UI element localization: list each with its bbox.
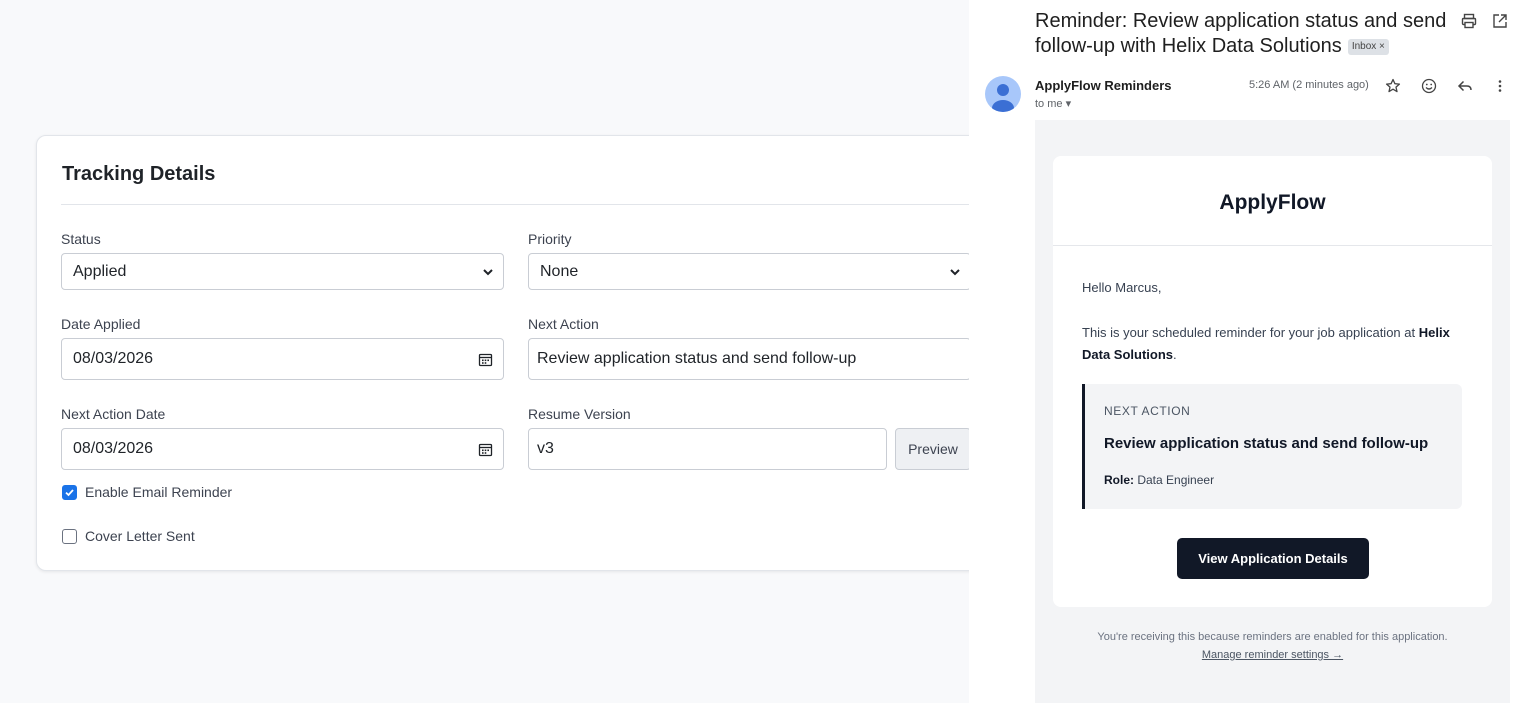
footer-note: You're receiving this because reminders … (1097, 631, 1448, 643)
person-icon (992, 84, 1014, 112)
inbox-label-chip[interactable]: Inbox × (1347, 38, 1389, 55)
recipient-details[interactable]: to me ▾ (1035, 97, 1071, 110)
divider (1053, 245, 1492, 246)
resume-version-value: v3 (537, 440, 554, 457)
date-applied-value: 08/03/2026 (73, 350, 154, 367)
date-applied-label: Date Applied (61, 316, 141, 332)
emoji-icon[interactable] (1420, 77, 1438, 95)
greeting: Hello Marcus, (1082, 280, 1162, 295)
manage-reminder-settings-link[interactable]: Manage reminder settings → (1202, 649, 1343, 661)
role-label: Role: (1104, 473, 1134, 487)
email-pane: Reminder: Review application status and … (969, 0, 1515, 703)
date-applied-input[interactable]: 08/03/2026 (61, 338, 504, 380)
email-reminder-checkbox[interactable] (62, 485, 77, 500)
priority-select[interactable]: None (528, 253, 971, 290)
email-reminder-label[interactable]: Enable Email Reminder (85, 484, 232, 500)
tracking-details-card: Tracking Details Status Applied Priority… (36, 135, 996, 571)
email-timestamp: 5:26 AM (2 minutes ago) (1249, 79, 1369, 91)
preview-button[interactable]: Preview (895, 428, 971, 470)
more-vert-icon[interactable] (1491, 77, 1509, 95)
next-action-value: Review application status and send follo… (537, 350, 857, 367)
priority-value: None (540, 262, 579, 280)
priority-label: Priority (528, 231, 572, 247)
next-action-input[interactable]: Review application status and send follo… (528, 338, 971, 380)
resume-version-label: Resume Version (528, 406, 631, 422)
status-label: Status (61, 231, 101, 247)
cover-letter-label[interactable]: Cover Letter Sent (85, 528, 195, 544)
intro-end: . (1173, 347, 1177, 362)
calendar-icon[interactable] (478, 442, 493, 457)
open-in-new-icon[interactable] (1491, 12, 1509, 30)
email-card: ApplyFlow Hello Marcus, This is your sch… (1053, 156, 1492, 607)
intro-paragraph: This is your scheduled reminder for your… (1082, 322, 1472, 366)
next-action-date-value: 08/03/2026 (73, 440, 154, 457)
next-action-box: NEXT ACTION Review application status an… (1082, 384, 1462, 509)
status-value: Applied (73, 262, 127, 280)
star-icon[interactable] (1384, 77, 1402, 95)
chevron-down-icon (483, 268, 493, 275)
calendar-icon[interactable] (478, 352, 493, 367)
print-icon[interactable] (1460, 12, 1478, 30)
role-value: Data Engineer (1137, 473, 1215, 487)
brand-logo: ApplyFlow (1219, 191, 1326, 214)
email-subject: Reminder: Review application status and … (1035, 9, 1455, 59)
view-application-details-button[interactable]: View Application Details (1177, 538, 1369, 579)
next-action-date-label: Next Action Date (61, 406, 166, 422)
card-title: Tracking Details (62, 163, 216, 185)
divider (61, 204, 971, 205)
manage-reminder-settings-link-wrap: Manage reminder settings → (1035, 649, 1510, 661)
cover-letter-checkbox[interactable] (62, 529, 77, 544)
avatar (985, 76, 1021, 112)
next-action-title: Review application status and send follo… (1104, 435, 1429, 452)
intro-text: This is your scheduled reminder for your… (1082, 325, 1416, 340)
check-icon (65, 489, 74, 497)
next-action-label: Next Action (528, 316, 599, 332)
next-action-date-input[interactable]: 08/03/2026 (61, 428, 504, 470)
chevron-down-icon (950, 268, 960, 275)
resume-version-input[interactable]: v3 (528, 428, 887, 470)
reply-icon[interactable] (1456, 77, 1474, 95)
email-body: ApplyFlow Hello Marcus, This is your sch… (1035, 120, 1510, 703)
sender-name[interactable]: ApplyFlow Reminders (1035, 78, 1172, 93)
status-select[interactable]: Applied (61, 253, 504, 290)
role-line: Role: Data Engineer (1104, 473, 1214, 487)
next-action-heading: NEXT ACTION (1104, 404, 1191, 418)
